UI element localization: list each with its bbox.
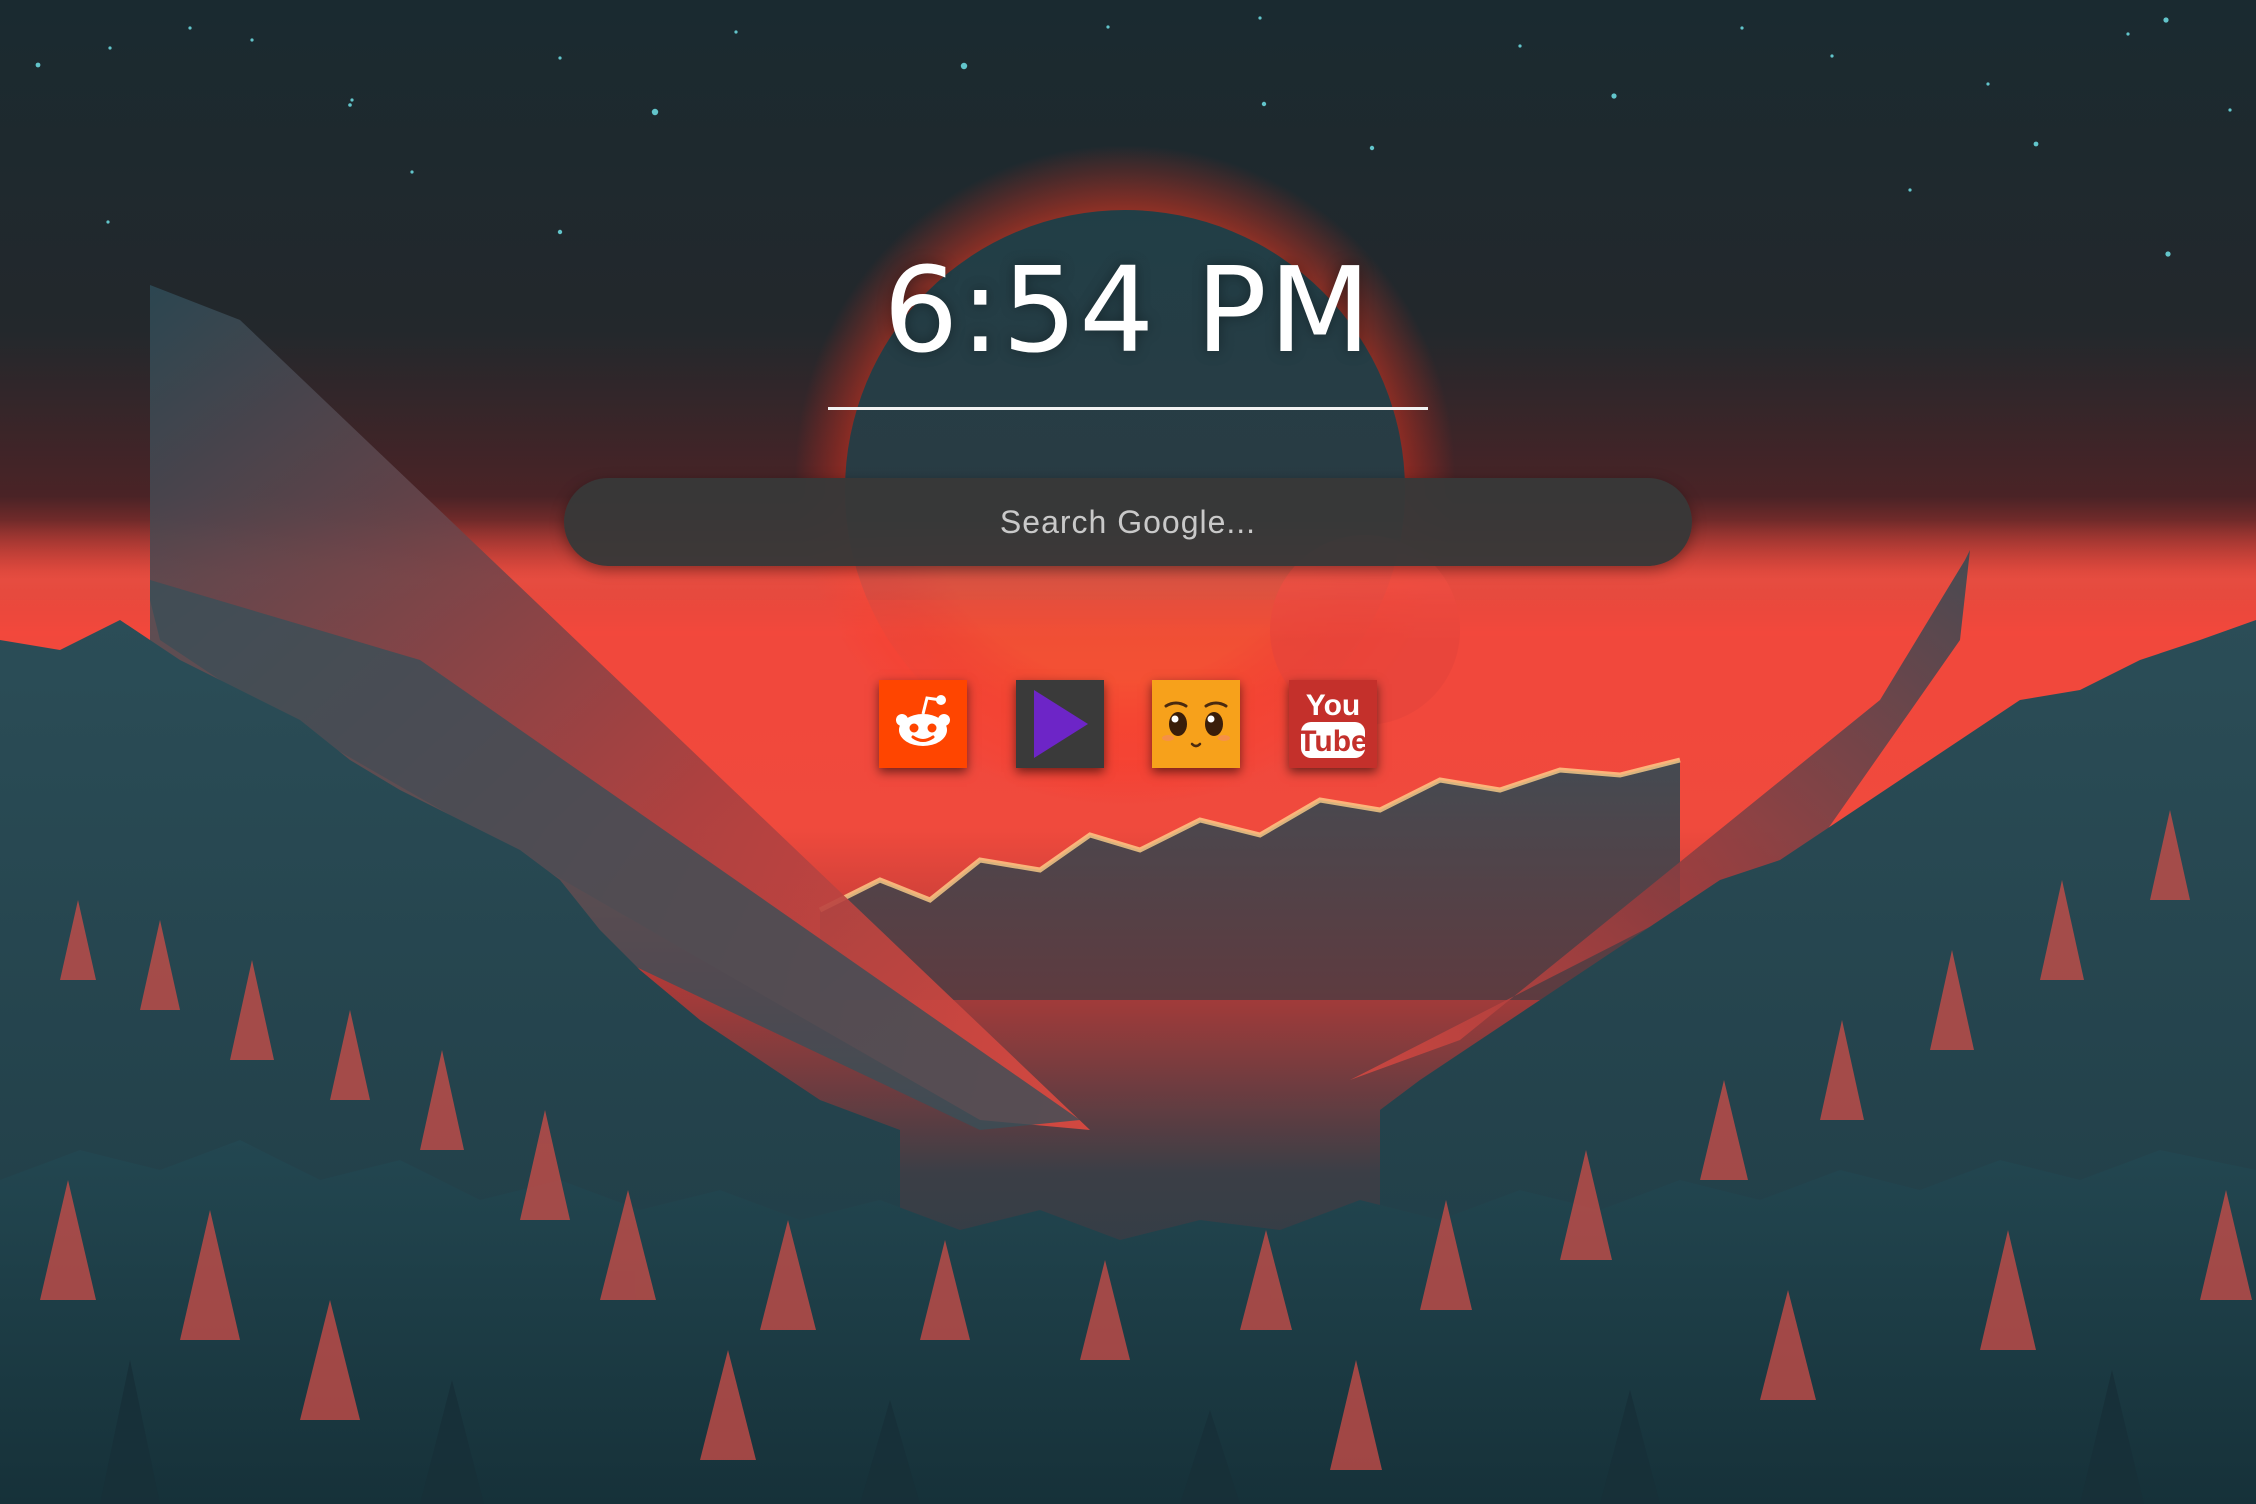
shortcut-youtube[interactable]: You Tube <box>1289 680 1377 768</box>
clock-divider <box>828 407 1428 410</box>
shortcut-bar: You Tube <box>879 680 1377 768</box>
youtube-logo-icon: You Tube <box>1289 680 1377 768</box>
youtube-logo-tube: Tube <box>1298 725 1367 758</box>
clock-time: 6:54 PM <box>883 241 1373 379</box>
shortcut-twitch[interactable] <box>1016 680 1104 768</box>
play-triangle-icon <box>1016 680 1104 768</box>
new-tab-page: 6:54 PM Search Google... You Tube <box>0 0 2256 1504</box>
reddit-alien-icon <box>879 680 967 768</box>
anime-face-icon <box>1152 680 1240 768</box>
youtube-logo-you: You <box>1306 689 1360 722</box>
shortcut-reddit[interactable] <box>879 680 967 768</box>
search-input[interactable] <box>564 478 1692 566</box>
shortcut-anime[interactable] <box>1152 680 1240 768</box>
